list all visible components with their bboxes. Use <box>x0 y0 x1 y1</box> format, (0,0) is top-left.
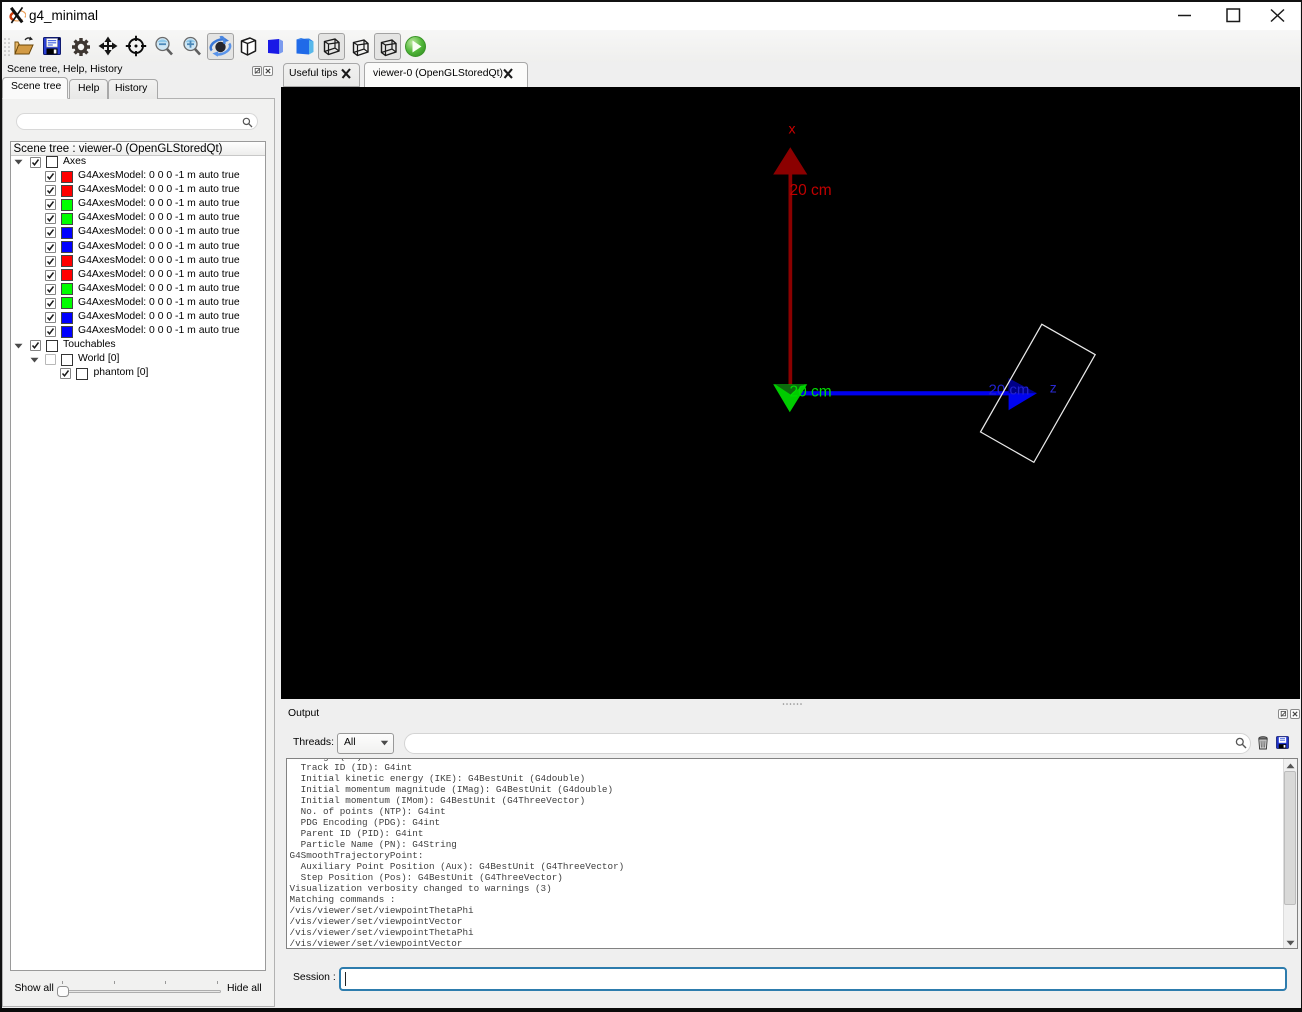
svg-text:20 cm: 20 cm <box>989 381 1030 398</box>
svg-text:x: x <box>789 121 796 137</box>
svg-text:z: z <box>1050 380 1057 396</box>
svg-text:20 cm: 20 cm <box>790 384 832 401</box>
svg-text:20 cm: 20 cm <box>790 182 832 199</box>
